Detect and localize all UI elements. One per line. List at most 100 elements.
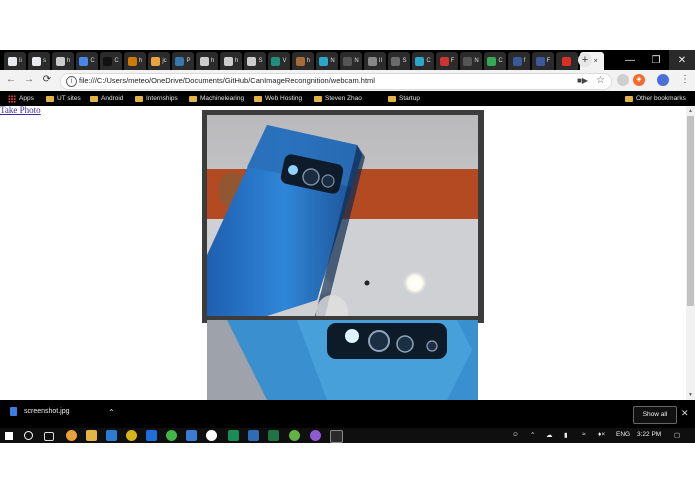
bookmark-folder[interactable]: Startup [388,93,420,104]
volume-muted-icon[interactable]: ♦× [598,431,605,438]
browser-toolbar: ← → ⟳ i file:///C:/Users/meteo/OneDrive/… [0,70,695,91]
scroll-down-arrow-icon[interactable]: ▼ [688,392,693,398]
folder-icon [46,95,54,102]
bookmark-star-icon[interactable]: ☆ [596,75,605,86]
tab-label: h [210,58,215,64]
monitor-icon [343,56,353,66]
browser-tab[interactable]: li [4,52,26,70]
people-icon[interactable]: ☺ [512,431,519,438]
tab-label: N [330,58,335,64]
bookmark-folder[interactable]: Steven Zhao [314,93,362,104]
cloud-icon[interactable]: ☁ [546,431,553,439]
scrollbar-thumb[interactable] [687,116,694,306]
camera-icon[interactable]: ■▶ [577,76,588,85]
language-indicator[interactable]: ENG [616,431,630,438]
notifications-icon[interactable]: ▢ [674,431,680,439]
browser-tab[interactable]: F [436,52,458,70]
back-button[interactable]: ← [4,73,18,87]
task-view-icon[interactable] [44,432,54,441]
cortana-icon[interactable] [24,431,33,440]
bookmark-folder[interactable]: UT sites [46,93,81,104]
take-photo-link[interactable]: Take Photo [0,105,41,115]
terminal-icon[interactable] [228,430,239,441]
forward-button[interactable]: → [22,73,36,87]
app-icon[interactable] [330,430,343,443]
tab-label: C [498,58,503,64]
menu-icon[interactable]: ⋮ [678,73,692,87]
chrome-taskbar-icon[interactable] [66,430,77,441]
close-download-shelf-button[interactable]: ✕ [681,408,689,419]
clock[interactable]: 3:22 PM [637,431,661,438]
windows-taskbar: ☺ ⌃ ☁ ▮ ≈ ♦× ENG 3:22 PM ▢ [0,428,695,443]
browser-tab[interactable]: f [508,52,530,70]
info-icon[interactable]: i [66,76,77,87]
close-window-button[interactable]: ✕ [669,50,695,70]
browser-tab[interactable]: P [172,52,194,70]
new-tab-button[interactable]: + [578,53,592,67]
browser-tab[interactable]: N [340,52,362,70]
tab-label: C [114,58,119,64]
github-icon [199,56,209,66]
folder-icon [314,95,322,102]
browser-tab[interactable]: h [292,52,314,70]
download-item[interactable]: screenshot.jpg [10,407,70,416]
app-icon[interactable] [310,430,321,441]
browser-tab[interactable]: N [316,52,338,70]
windows-start-icon[interactable] [5,432,13,440]
page-scrollbar[interactable]: ▲ ▼ [686,106,695,400]
app-icon[interactable] [186,430,197,441]
bookmark-folder[interactable]: Web Hosting [254,93,302,104]
browser-tab[interactable]: h [52,52,74,70]
wechat-icon[interactable] [166,430,177,441]
bookmark-folder[interactable]: Android [90,93,123,104]
file-explorer-icon[interactable] [86,430,97,441]
app-icon[interactable] [289,430,300,441]
show-all-button[interactable]: Show all [633,406,677,424]
other-bookmarks[interactable]: Other bookmarks [625,93,686,104]
tab-label: F [450,58,455,64]
calendar-icon [79,56,89,66]
browser-tab[interactable]: jc [148,52,170,70]
chevron-up-icon[interactable]: ⌃ [530,431,535,439]
browser-tab[interactable]: II [364,52,386,70]
tab-close-icon[interactable]: × [594,58,598,65]
extension-icon[interactable] [617,74,629,86]
tab-label: V [282,58,287,64]
browser-tab[interactable]: S [244,52,266,70]
reload-button[interactable]: ⟳ [40,73,54,87]
browser-tab[interactable]: h [196,52,218,70]
browser-tab[interactable]: h [124,52,146,70]
browser-tab[interactable]: C [412,52,434,70]
app-icon[interactable] [248,430,259,441]
bookmark-folder[interactable]: Machinelearing [189,93,244,104]
browser-tab[interactable]: N [460,52,482,70]
wifi-icon[interactable]: ≈ [582,431,586,438]
restore-button[interactable]: ❐ [643,50,669,70]
minimize-button[interactable]: — [617,50,643,70]
app-icon[interactable] [126,430,137,441]
chevron-up-icon[interactable]: ⌃ [108,408,115,417]
browser-tab[interactable]: C [484,52,506,70]
profile-avatar[interactable] [657,74,669,86]
folder-icon [388,95,396,102]
bookmark-folder[interactable]: Internships [135,93,178,104]
browser-tab[interactable]: S [388,52,410,70]
browser-tab[interactable] [556,52,578,70]
browser-tab[interactable]: C [76,52,98,70]
browser-tab[interactable]: s [28,52,50,70]
bookmark-apps[interactable]: Apps [8,93,34,104]
browser-tab[interactable]: V [268,52,290,70]
scroll-up-arrow-icon[interactable]: ▲ [688,108,693,114]
excel-icon[interactable] [268,430,279,441]
shield-extension-icon[interactable]: ◈ [633,74,645,86]
browser-tab[interactable]: C [100,52,122,70]
app-icon[interactable] [206,430,217,441]
mail-icon[interactable] [146,430,157,441]
browser-tab[interactable]: F [532,52,554,70]
address-bar[interactable]: i file:///C:/Users/meteo/OneDrive/Docume… [60,73,612,90]
outlook-icon[interactable] [106,430,117,441]
browser-tab[interactable]: h [220,52,242,70]
h-icon [127,56,137,66]
battery-icon[interactable]: ▮ [564,431,568,439]
j-icon [151,56,161,66]
